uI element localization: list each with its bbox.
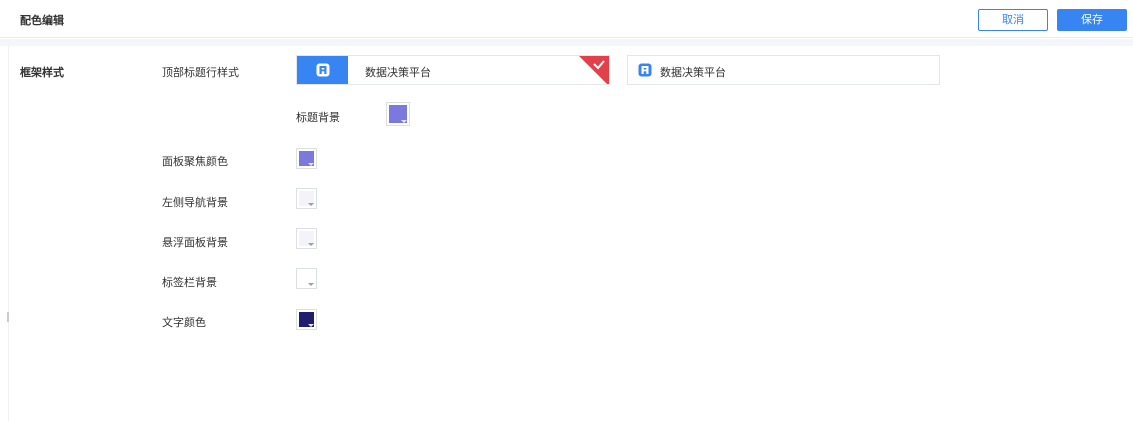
- float-panel-bg-color-picker[interactable]: [296, 228, 317, 249]
- dropdown-arrow-icon: [308, 283, 314, 286]
- header-divider: [0, 39, 1133, 46]
- platform-logo-icon: [638, 63, 652, 77]
- title-style-option-blue[interactable]: 数据决策平台: [296, 55, 610, 85]
- title-style-option-white[interactable]: 数据决策平台: [627, 55, 940, 85]
- save-button[interactable]: 保存: [1057, 9, 1127, 31]
- text-color-label: 文字颜色: [162, 316, 206, 329]
- float-panel-bg-label: 悬浮面板背景: [162, 236, 228, 249]
- left-nav-bg-color-picker[interactable]: [296, 188, 317, 209]
- left-border: [8, 46, 9, 421]
- dropdown-arrow-icon: [308, 324, 314, 327]
- section-title: 框架样式: [20, 66, 64, 79]
- page-title: 配色编辑: [20, 14, 64, 27]
- option-text: 数据决策平台: [660, 66, 726, 79]
- text-color-picker[interactable]: [296, 309, 317, 330]
- header-bar: 配色编辑 取消 保存: [0, 0, 1133, 38]
- dropdown-arrow-icon: [308, 243, 314, 246]
- cancel-button[interactable]: 取消: [978, 9, 1048, 31]
- platform-logo-icon: [297, 56, 348, 84]
- selected-check-icon: [579, 56, 609, 84]
- resize-handle[interactable]: [7, 312, 9, 322]
- left-nav-bg-label: 左侧导航背景: [162, 196, 228, 209]
- option-text: 数据决策平台: [365, 66, 431, 79]
- panel-focus-label: 面板聚焦颜色: [162, 155, 228, 168]
- dropdown-arrow-icon: [401, 120, 407, 123]
- dropdown-arrow-icon: [308, 163, 314, 166]
- title-bg-label: 标题背景: [296, 111, 340, 124]
- title-row-style-label: 顶部标题行样式: [162, 66, 239, 79]
- tab-bar-bg-label: 标签栏背景: [162, 276, 217, 289]
- title-bg-color-picker[interactable]: [386, 102, 410, 126]
- panel-focus-color-picker[interactable]: [296, 148, 317, 169]
- tab-bar-bg-color-picker[interactable]: [296, 268, 317, 289]
- dropdown-arrow-icon: [308, 203, 314, 206]
